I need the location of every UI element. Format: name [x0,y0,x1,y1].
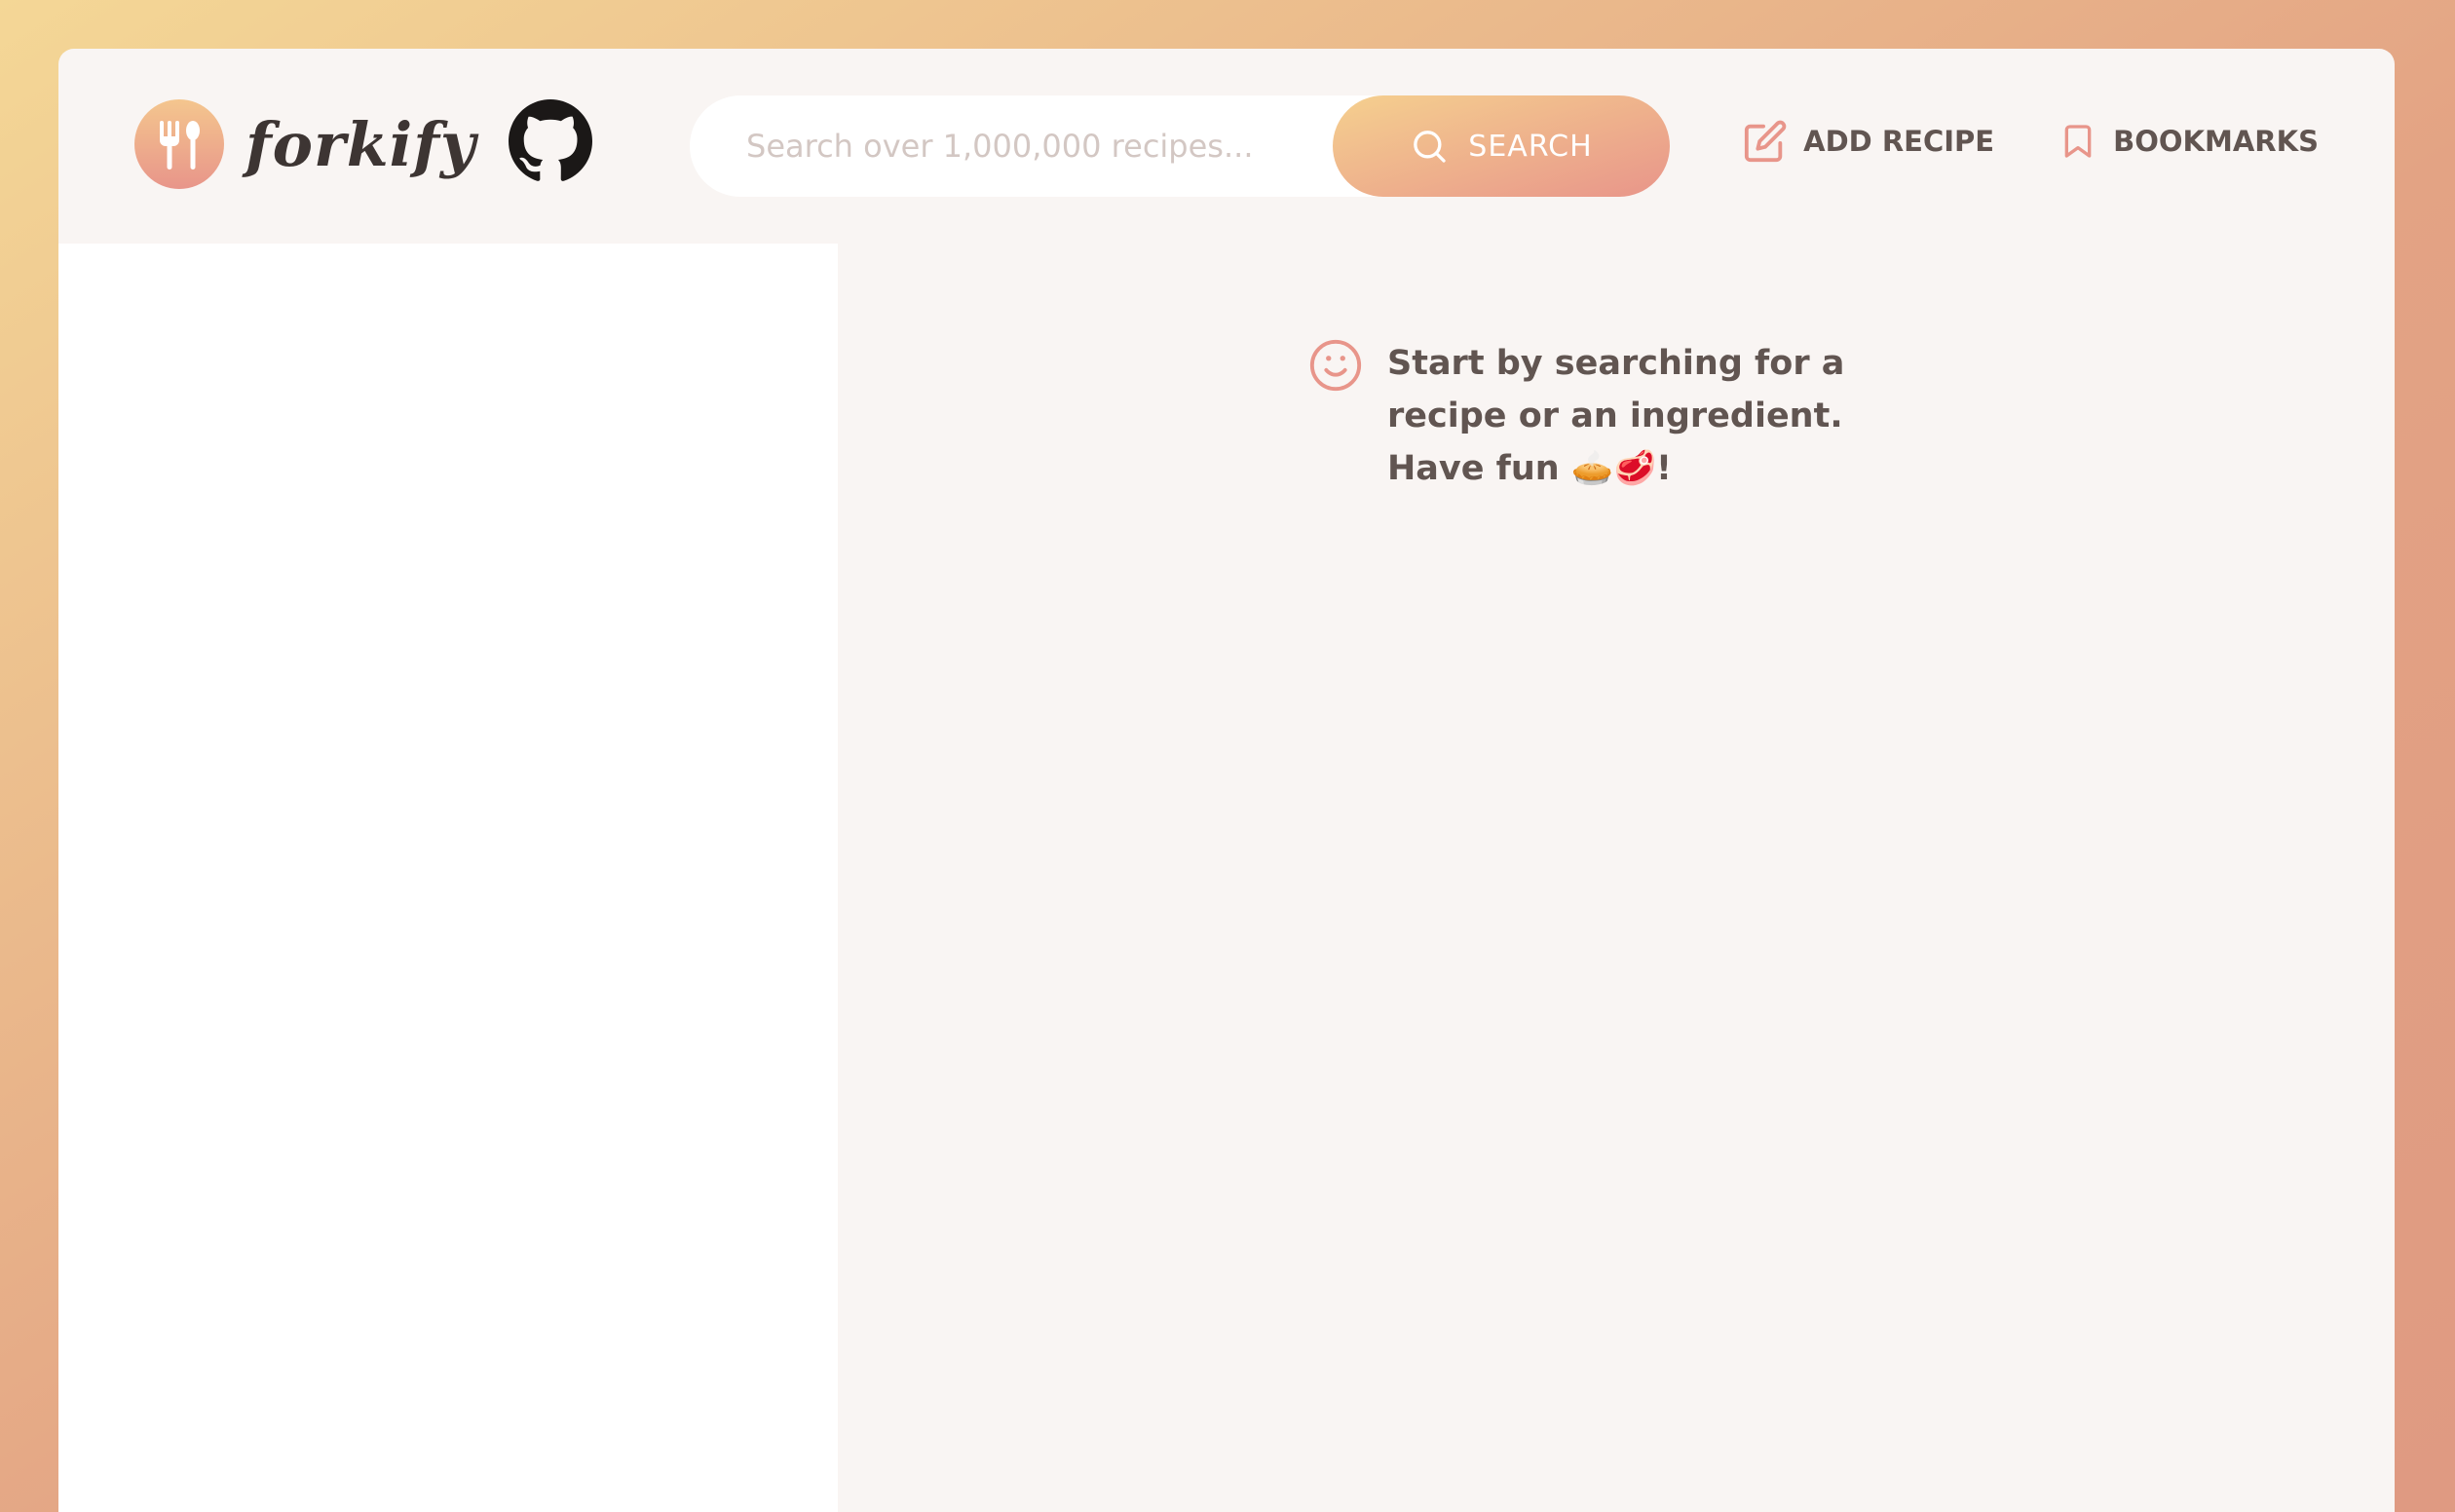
logo[interactable]: forkify [134,99,476,189]
fork-spoon-icon [134,99,224,189]
nav: ADD RECIPE BOOKMARKS [1679,119,2319,164]
edit-icon [1745,120,1787,163]
search-input[interactable] [746,128,1331,165]
start-message: Start by searching for a recipe or an in… [1307,337,1933,495]
github-icon[interactable] [509,99,592,183]
start-message-text: Start by searching for a recipe or an in… [1387,344,1845,488]
bookmark-icon [2064,125,2092,158]
add-recipe-label: ADD RECIPE [1803,125,1995,158]
search-results-panel [58,244,838,1512]
smile-icon [1309,339,1362,392]
search-form: SEARCH [690,95,1670,197]
bookmarks-label: BOOKMARKS [2113,125,2319,158]
app-container: forkify SEARCH ADD R [58,49,2395,1512]
add-recipe-button[interactable]: ADD RECIPE [1743,119,1994,164]
bookmarks-button[interactable]: BOOKMARKS [2058,119,2319,164]
search-button[interactable]: SEARCH [1333,95,1670,197]
logo-text: forkify [246,108,476,180]
header: forkify SEARCH ADD R [58,49,2395,244]
search-icon [1414,131,1446,163]
search-button-label: SEARCH [1468,129,1593,164]
